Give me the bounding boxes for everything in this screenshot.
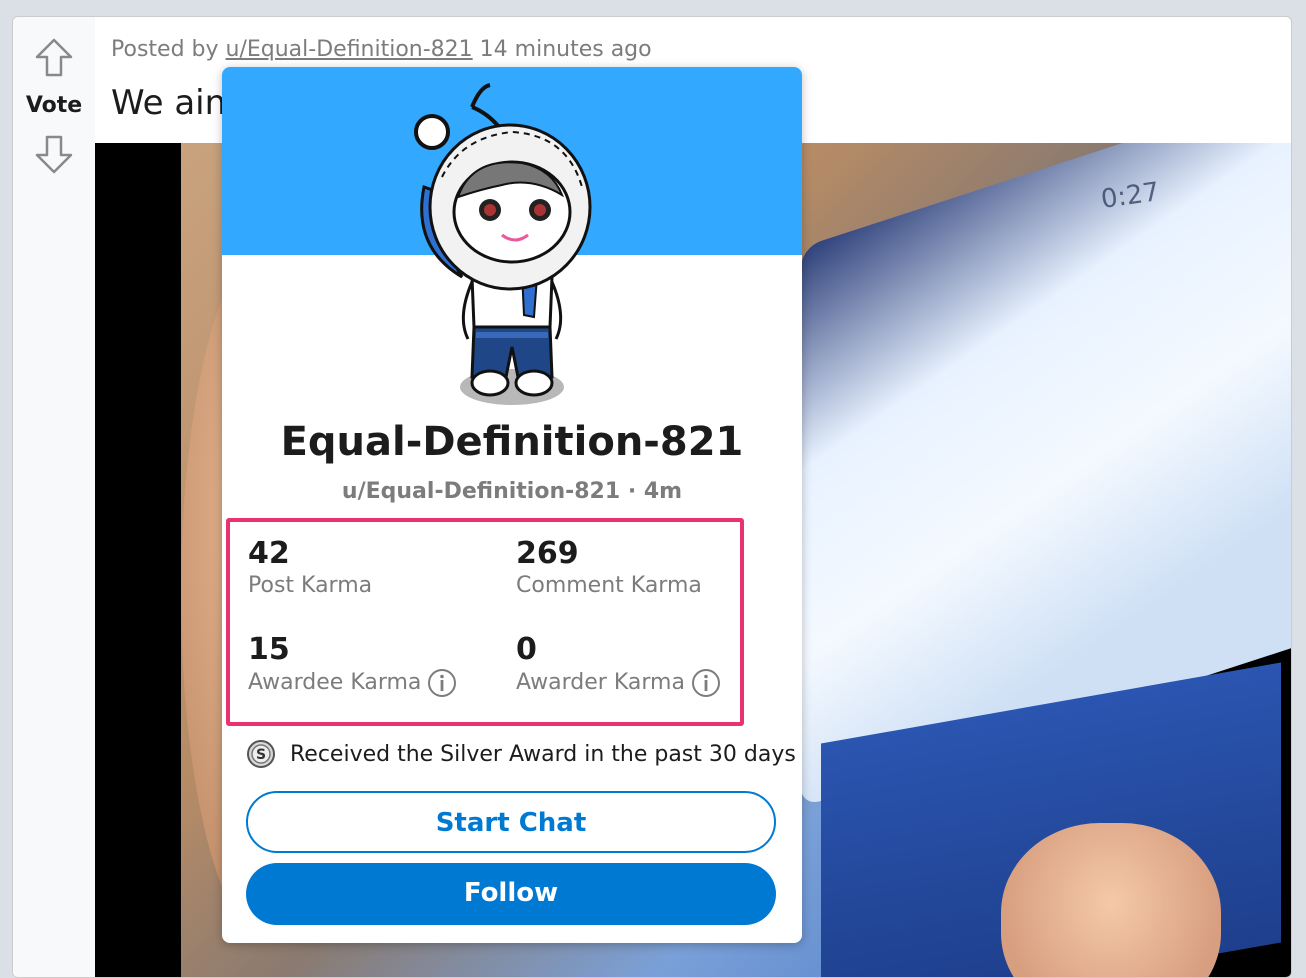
svg-text:S: S	[256, 747, 266, 763]
arrow-up-icon[interactable]	[34, 37, 74, 79]
awardee-karma-value: 15	[248, 632, 290, 667]
user-hover-card: Equal-Definition-821 u/Equal-Definition-…	[222, 67, 802, 943]
karma-stats-highlight: 42 Post Karma 269 Comment Karma 15 Award…	[226, 518, 744, 726]
post-title[interactable]: We ain'	[111, 83, 236, 123]
profile-display-name: Equal-Definition-821	[280, 419, 744, 465]
post-karma-label: Post Karma	[248, 573, 373, 598]
comment-karma-label: Comment Karma	[516, 573, 702, 598]
start-chat-button[interactable]: Start Chat	[246, 791, 776, 853]
awardee-karma-label: Awardee Karma	[248, 668, 457, 698]
awarder-karma: 0 Awarder Karma	[516, 632, 721, 698]
award-text: Received the Silver Award in the past 30…	[290, 741, 796, 767]
post-karma-value: 42	[248, 536, 290, 571]
follow-button[interactable]: Follow	[246, 863, 776, 925]
author-link[interactable]: u/Equal-Definition-821	[226, 37, 473, 62]
snoo-avatar-icon	[414, 83, 592, 405]
comment-karma: 269 Comment Karma	[516, 536, 702, 600]
info-icon[interactable]	[691, 668, 721, 698]
awarder-karma-value: 0	[516, 632, 537, 667]
posted-by-text: Posted by	[111, 37, 219, 62]
video-hand	[1001, 823, 1221, 977]
silver-award-icon: S	[247, 740, 275, 768]
award-row: S Received the Silver Award in the past …	[246, 739, 796, 769]
vote-label: Vote	[25, 93, 83, 118]
arrow-down-icon[interactable]	[34, 133, 74, 175]
post-karma: 42 Post Karma	[248, 536, 372, 600]
awarder-karma-label: Awarder Karma	[516, 668, 721, 698]
post-time: 14 minutes ago	[479, 37, 652, 62]
awardee-karma: 15 Awardee Karma	[248, 632, 457, 698]
post-meta: Posted by u/Equal-Definition-821 14 minu…	[111, 37, 652, 62]
info-icon[interactable]	[427, 668, 457, 698]
comment-karma-value: 269	[516, 536, 579, 571]
profile-username-age: u/Equal-Definition-821 · 4m	[341, 479, 683, 504]
vote-column: Vote	[13, 17, 95, 977]
